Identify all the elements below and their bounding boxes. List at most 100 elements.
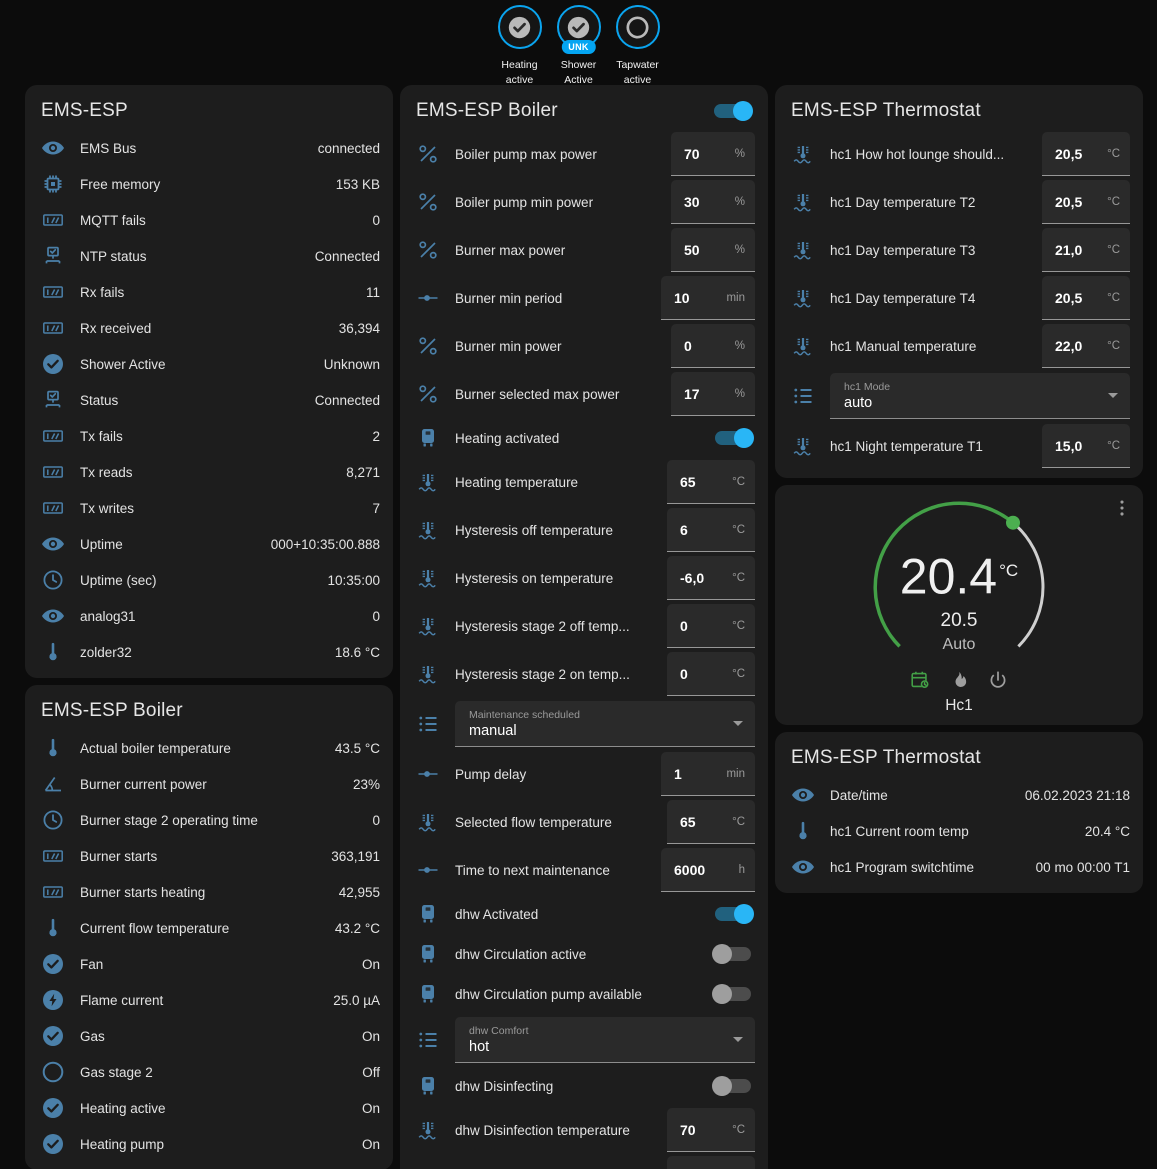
toggle-label: dhw Activated <box>455 907 715 922</box>
sensor-label: Tx reads <box>80 465 346 480</box>
sensor-row[interactable]: Free memory 153 KB <box>25 166 393 202</box>
power-icon[interactable] <box>987 669 1009 691</box>
fire-icon[interactable] <box>948 669 970 691</box>
thermostat-sensors-card: EMS-ESP Thermostat Date/time 06.02.2023 … <box>775 732 1143 893</box>
sensor-row[interactable]: Shower Active Unknown <box>25 346 393 382</box>
number-input[interactable]: 1 min <box>661 752 755 796</box>
number-label: Time to next maintenance <box>455 863 661 878</box>
thermometer-icon <box>41 916 65 940</box>
sensor-row[interactable]: Gas On <box>25 1018 393 1054</box>
number-row: Hysteresis off temperature 6 °C <box>400 506 768 554</box>
more-options-button[interactable] <box>1111 497 1133 519</box>
toggle-switch[interactable] <box>715 907 751 921</box>
number-input[interactable]: 0 °C <box>667 604 755 648</box>
sensor-row[interactable]: Burner stage 2 operating time 0 <box>25 802 393 838</box>
number-input[interactable]: 20,5 °C <box>1042 180 1130 224</box>
sensor-row[interactable]: Heating pump On <box>25 1126 393 1162</box>
number-label: Heating temperature <box>455 475 667 490</box>
sensor-label: Rx received <box>80 321 339 336</box>
number-row: hc1 Day temperature T3 21,0 °C <box>775 226 1143 274</box>
sensor-label: hc1 Current room temp <box>830 824 1085 839</box>
number-input[interactable]: 70 °C <box>667 1108 755 1152</box>
sensor-value: 000+10:35:00.888 <box>271 537 380 552</box>
sensor-row[interactable]: Heating active On <box>25 1090 393 1126</box>
number-input[interactable]: 20,5 °C <box>1042 276 1130 320</box>
sensor-row[interactable]: Uptime 000+10:35:00.888 <box>25 526 393 562</box>
toggle-switch[interactable] <box>715 431 751 445</box>
number-input[interactable]: 20,5 °C <box>1042 132 1130 176</box>
coolant-icon <box>791 190 815 214</box>
sensor-label: Rx fails <box>80 285 366 300</box>
number-input[interactable]: 6000 h <box>661 848 755 892</box>
number-unit: °C <box>732 816 745 828</box>
sensor-row[interactable]: hc1 Current room temp 20.4 °C <box>775 813 1143 849</box>
counter-icon <box>41 208 65 232</box>
sensor-row[interactable]: Tx fails 2 <box>25 418 393 454</box>
status-badge[interactable]: Heating active <box>492 5 548 88</box>
calendar-clock-icon[interactable] <box>909 669 931 691</box>
toggle-switch[interactable] <box>715 1079 751 1093</box>
number-input[interactable]: 0 % <box>671 324 755 368</box>
sensor-row[interactable]: Actual boiler temperature 43.5 °C <box>25 730 393 766</box>
sensor-row[interactable]: NTP status Connected <box>25 238 393 274</box>
number-input[interactable]: 70 % <box>671 132 755 176</box>
flash-circle-icon <box>41 988 65 1012</box>
sensor-label: Tx writes <box>80 501 372 516</box>
sensor-row[interactable]: Burner starts 363,191 <box>25 838 393 874</box>
sensor-row[interactable]: Rx received 36,394 <box>25 310 393 346</box>
sensor-row[interactable]: Current flow temperature 43.2 °C <box>25 910 393 946</box>
number-input[interactable]: 21,0 °C <box>1042 228 1130 272</box>
number-input[interactable]: 22,0 °C <box>1042 324 1130 368</box>
badge-circle <box>498 5 542 49</box>
number-input[interactable]: -6,0 °C <box>667 556 755 600</box>
number-input[interactable]: 65 °C <box>667 800 755 844</box>
number-input[interactable]: 10 min <box>661 276 755 320</box>
number-input[interactable]: 30 % <box>671 180 755 224</box>
sensor-row[interactable]: hc1 Program switchtime 00 mo 00:00 T1 <box>775 849 1143 885</box>
sensor-row[interactable]: Tx reads 8,271 <box>25 454 393 490</box>
sensor-row[interactable]: MQTT fails 0 <box>25 202 393 238</box>
sensor-row[interactable]: Fan On <box>25 946 393 982</box>
sensor-label: Heating pump <box>80 1137 362 1152</box>
number-unit: % <box>735 388 745 400</box>
dial-knob[interactable] <box>1006 516 1020 530</box>
temperature-unit: °C <box>999 561 1018 580</box>
sensor-row[interactable]: Rx fails 11 <box>25 274 393 310</box>
number-value: 30 <box>684 194 700 210</box>
sensor-row[interactable]: Status Connected <box>25 382 393 418</box>
sensor-list: Date/time 06.02.2023 21:18 hc1 Current r… <box>775 777 1143 885</box>
boiler-icon <box>416 942 440 966</box>
sensor-row[interactable]: analog31 0 <box>25 598 393 634</box>
number-input[interactable]: 17 % <box>671 372 755 416</box>
number-input[interactable]: 15,0 °C <box>1042 424 1130 468</box>
select-label: Maintenance scheduled <box>469 709 733 721</box>
toggle-switch[interactable] <box>715 987 751 1001</box>
select-field[interactable]: hc1 Mode auto <box>830 373 1130 419</box>
select-field[interactable]: Maintenance scheduled manual <box>455 701 755 747</box>
sensor-row[interactable]: Tx writes 7 <box>25 490 393 526</box>
number-input[interactable]: 6 °C <box>667 508 755 552</box>
sensor-row[interactable]: EMS Bus connected <box>25 130 393 166</box>
sensor-row[interactable]: zolder32 18.6 °C <box>25 634 393 670</box>
number-input[interactable]: 0 °C <box>667 652 755 696</box>
sensor-row[interactable]: Uptime (sec) 10:35:00 <box>25 562 393 598</box>
control-list: hc1 How hot lounge should... 20,5 °C hc1… <box>775 130 1143 470</box>
sensor-row[interactable]: Burner starts heating 42,955 <box>25 874 393 910</box>
sensor-row[interactable]: Date/time 06.02.2023 21:18 <box>775 777 1143 813</box>
percent-icon <box>416 334 440 358</box>
chevron-down-icon <box>733 721 743 726</box>
sensor-row[interactable]: Burner current power 23% <box>25 766 393 802</box>
toggle-switch[interactable] <box>715 947 751 961</box>
status-badge[interactable]: UNK Shower Active <box>551 5 607 88</box>
number-label: Hysteresis on temperature <box>455 571 667 586</box>
number-value: 20,5 <box>1055 290 1082 306</box>
sensor-row[interactable]: Flame current 25.0 µA <box>25 982 393 1018</box>
number-input[interactable]: 40 °C <box>667 1156 755 1169</box>
sensor-row[interactable]: Gas stage 2 Off <box>25 1054 393 1090</box>
number-input[interactable]: 50 % <box>671 228 755 272</box>
select-field[interactable]: dhw Comfort hot <box>455 1017 755 1063</box>
status-badge[interactable]: Tapwater active <box>610 5 666 88</box>
angle-icon <box>41 772 65 796</box>
number-input[interactable]: 65 °C <box>667 460 755 504</box>
card-header-toggle[interactable] <box>714 104 750 118</box>
